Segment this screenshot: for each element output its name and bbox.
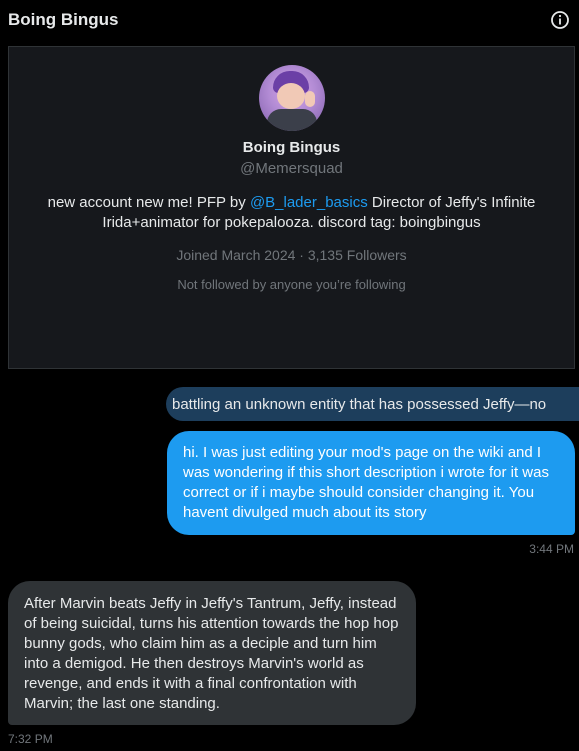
message-bubble-sent[interactable]: hi. I was just editing your mod's page o…: [167, 431, 575, 535]
profile-card[interactable]: Boing Bingus @Memersquad new account new…: [8, 46, 575, 369]
message-timestamp: 3:44 PM: [529, 542, 574, 556]
followed-by-note: Not followed by anyone you’re following: [177, 277, 406, 292]
conversation-title: Boing Bingus: [8, 10, 119, 29]
message-bubble-received[interactable]: After Marvin beats Jeffy in Jeffy's Tant…: [8, 581, 416, 725]
info-icon[interactable]: [549, 9, 571, 31]
profile-handle: @Memersquad: [240, 160, 343, 177]
profile-bio: new account new me! PFP by @B_lader_basi…: [42, 193, 542, 233]
conversation-header: Boing Bingus: [0, 0, 579, 40]
message-timestamp: 7:32 PM: [8, 732, 53, 746]
avatar[interactable]: [258, 65, 325, 131]
message-bubble-sent[interactable]: battling an unknown entity that has poss…: [166, 387, 579, 421]
profile-display-name[interactable]: Boing Bingus: [243, 139, 341, 156]
bio-text-prefix: new account new me! PFP by: [47, 194, 250, 211]
profile-meta: Joined March 2024 · 3,135 Followers: [176, 247, 407, 263]
bio-mention-link[interactable]: @B_lader_basics: [250, 194, 368, 211]
